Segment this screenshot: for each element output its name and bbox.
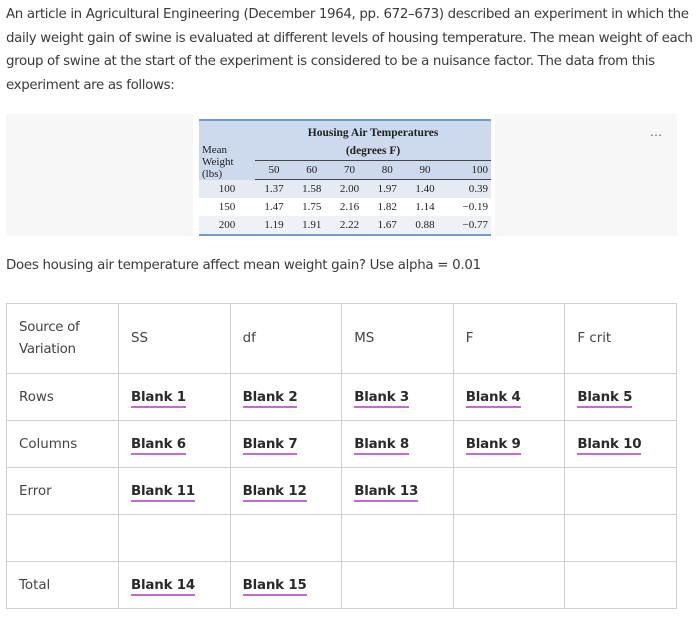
col-header: 70 [330, 160, 369, 180]
empty-cell [452, 467, 566, 515]
value-cell: −0.77 [443, 216, 491, 236]
empty-cell [6, 514, 119, 562]
anova-row-empty [6, 514, 677, 562]
value-cell: 1.19 [255, 216, 293, 236]
value-cell: 0.88 [406, 216, 444, 236]
value-cell: 1.82 [368, 198, 407, 216]
header-ss: SS [118, 303, 231, 374]
row-header-line: Mean [202, 143, 228, 156]
col-header: 80 [368, 160, 407, 180]
anova-row-rows: Rows Blank 1 Blank 2 Blank 3 Blank 4 Bla… [6, 373, 677, 421]
value-cell: 2.00 [330, 179, 369, 198]
data-row: 200 1.19 1.91 2.22 1.67 0.88 −0.77 [199, 216, 491, 236]
blank-13-input[interactable]: Blank 13 [354, 483, 418, 502]
row-label: Columns [6, 420, 119, 468]
row-label: Total [6, 561, 119, 609]
header-f: F [452, 303, 566, 374]
empty-cell [341, 561, 454, 609]
header-ms: MS [341, 303, 454, 374]
value-cell: 1.91 [292, 216, 331, 236]
anova-table: Source of Variation SS df MS F F crit Ro… [6, 303, 677, 609]
col-header: 50 [255, 160, 293, 180]
anova-row-total: Total Blank 14 Blank 15 [6, 561, 677, 609]
value-cell: 1.37 [255, 179, 293, 198]
col-header: 60 [292, 160, 331, 180]
blank-12-input[interactable]: Blank 12 [242, 483, 307, 502]
question-text: Does housing air temperature affect mean… [6, 258, 481, 273]
blank-6-input[interactable]: Blank 6 [131, 436, 186, 455]
row-header-line: Weight [202, 155, 234, 168]
weight-cell: 200 [199, 216, 256, 236]
value-cell: −0.19 [443, 198, 491, 216]
col-header: 90 [406, 160, 444, 180]
blank-11-input[interactable]: Blank 11 [131, 483, 195, 502]
value-cell: 1.40 [406, 179, 444, 198]
empty-cell [564, 467, 677, 515]
value-cell: 1.67 [368, 216, 407, 236]
empty-cell [564, 561, 677, 609]
figure-panel: Mean Weight (lbs) Housing Air Temperatur… [6, 114, 677, 236]
col-group-title: Housing Air Temperatures [255, 119, 491, 142]
col-header: 100 [443, 160, 491, 180]
empty-cell [118, 514, 231, 562]
value-cell: 1.58 [292, 179, 331, 198]
blank-8-input[interactable]: Blank 8 [354, 436, 409, 455]
data-row: 100 1.37 1.58 2.00 1.97 1.40 0.39 [199, 179, 491, 198]
blank-2-input[interactable]: Blank 2 [242, 389, 298, 408]
row-label: Rows [6, 373, 119, 421]
empty-cell [229, 514, 343, 562]
anova-header-row: Source of Variation SS df MS F F crit [6, 303, 677, 374]
blank-10-input[interactable]: Blank 10 [577, 436, 642, 455]
header-label: Source of Variation [19, 319, 80, 357]
blank-7-input[interactable]: Blank 7 [242, 436, 298, 455]
value-cell: 0.39 [443, 179, 491, 198]
weight-cell: 100 [199, 179, 256, 198]
row-header-line: (lbs) [202, 167, 223, 180]
value-cell: 2.22 [330, 216, 369, 236]
col-group-subtitle: (degrees F) [255, 142, 491, 161]
empty-cell [564, 514, 677, 562]
data-table-image: Mean Weight (lbs) Housing Air Temperatur… [193, 114, 495, 236]
blank-15-input[interactable]: Blank 15 [242, 577, 307, 596]
value-cell: 1.97 [368, 179, 407, 198]
more-options-icon[interactable]: ⋯ [650, 129, 663, 141]
header-fcrit: F crit [564, 303, 677, 374]
row-header: Mean Weight (lbs) [199, 119, 256, 180]
blank-14-input[interactable]: Blank 14 [131, 577, 195, 596]
row-label: Error [6, 467, 119, 515]
blank-4-input[interactable]: Blank 4 [465, 389, 521, 408]
blank-3-input[interactable]: Blank 3 [354, 389, 409, 408]
empty-cell [341, 514, 454, 562]
blank-1-input[interactable]: Blank 1 [131, 389, 186, 408]
header-source: Source of Variation [6, 303, 119, 374]
problem-intro: An article in Agricultural Engineering (… [6, 7, 693, 93]
value-cell: 1.47 [255, 198, 293, 216]
empty-cell [452, 561, 566, 609]
swine-data-table: Mean Weight (lbs) Housing Air Temperatur… [199, 119, 491, 236]
anova-row-error: Error Blank 11 Blank 12 Blank 13 [6, 467, 677, 515]
data-row: 150 1.47 1.75 2.16 1.82 1.14 −0.19 [199, 198, 491, 216]
header-df: df [229, 303, 343, 374]
value-cell: 1.14 [406, 198, 444, 216]
blank-5-input[interactable]: Blank 5 [577, 389, 632, 408]
value-cell: 1.75 [292, 198, 331, 216]
anova-row-columns: Columns Blank 6 Blank 7 Blank 8 Blank 9 … [6, 420, 677, 468]
empty-cell [452, 514, 566, 562]
value-cell: 2.16 [330, 198, 369, 216]
blank-9-input[interactable]: Blank 9 [465, 436, 521, 455]
weight-cell: 150 [199, 198, 256, 216]
